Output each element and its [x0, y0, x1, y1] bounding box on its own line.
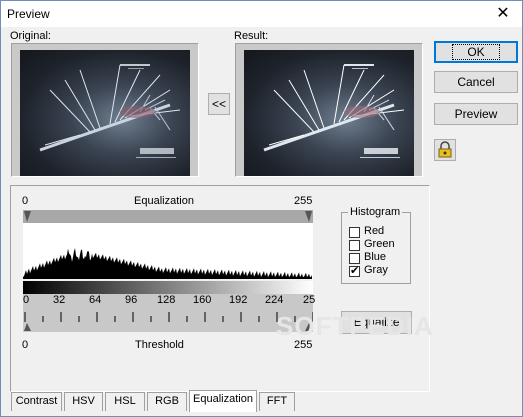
scale-label: 64 — [89, 294, 102, 306]
equalization-max-label: 255 — [294, 195, 313, 207]
gray-label[interactable]: Gray — [364, 264, 388, 276]
threshold-min-label: 0 — [22, 339, 29, 351]
scale-label: 160 — [193, 294, 212, 306]
red-checkbox[interactable] — [349, 227, 360, 238]
watermark: SOFTPEDIA — [276, 311, 434, 341]
threshold-label: Threshold — [135, 339, 184, 351]
original-label: Original: — [10, 30, 51, 42]
scale-label: 128 — [157, 294, 176, 306]
title-bar[interactable]: Preview ✕ — [1, 1, 522, 27]
gray-checkbox[interactable] — [349, 264, 360, 277]
ok-button[interactable]: OK — [434, 41, 518, 63]
scale-label: 32 — [53, 294, 66, 306]
scale-label: 192 — [229, 294, 248, 306]
tab-fft[interactable]: FFT — [259, 392, 295, 411]
window-title: Preview — [7, 7, 50, 21]
copy-to-original-button[interactable]: << — [208, 93, 230, 115]
tab-equalization[interactable]: Equalization — [189, 390, 257, 412]
green-label[interactable]: Green — [364, 238, 395, 250]
scale-labels: 0 32 64 96 128 160 192 224 25 — [23, 294, 315, 308]
close-icon[interactable]: ✕ — [492, 3, 514, 25]
result-image — [244, 50, 414, 176]
preview-dialog: Preview ✕ Original: Result: << OK Cancel… — [0, 0, 523, 417]
tab-hsl[interactable]: HSL — [105, 392, 145, 411]
lock-toggle-button[interactable] — [434, 139, 456, 161]
equalization-min-label: 0 — [22, 195, 29, 207]
scale-label: 25 — [303, 294, 316, 306]
frost-branch-image — [39, 64, 181, 158]
preview-button[interactable]: Preview — [434, 103, 518, 125]
tab-rgb[interactable]: RGB — [147, 392, 187, 411]
gray-ramp — [23, 281, 313, 294]
result-label: Result: — [234, 30, 269, 42]
result-image-frame — [235, 43, 423, 177]
scale-label: 96 — [125, 294, 138, 306]
blue-checkbox[interactable] — [349, 253, 360, 264]
histogram-control[interactable] — [23, 210, 314, 332]
red-label[interactable]: Red — [364, 225, 384, 237]
scale-label: 224 — [265, 294, 284, 306]
cancel-button[interactable]: Cancel — [434, 71, 518, 93]
original-image — [20, 50, 190, 176]
histogram-group-title: Histogram — [348, 206, 403, 218]
original-image-frame — [11, 43, 199, 177]
ok-button-label: OK — [452, 44, 500, 60]
tab-contrast[interactable]: Contrast — [11, 392, 62, 411]
lock-icon — [438, 141, 452, 158]
tab-hsv[interactable]: HSV — [64, 392, 103, 411]
green-checkbox[interactable] — [349, 240, 360, 251]
equalization-header: Equalization — [134, 195, 194, 207]
histogram-svg — [23, 210, 314, 332]
blue-label[interactable]: Blue — [364, 251, 386, 263]
scale-label: 0 — [23, 294, 30, 306]
frost-branch-result-image — [263, 64, 405, 158]
